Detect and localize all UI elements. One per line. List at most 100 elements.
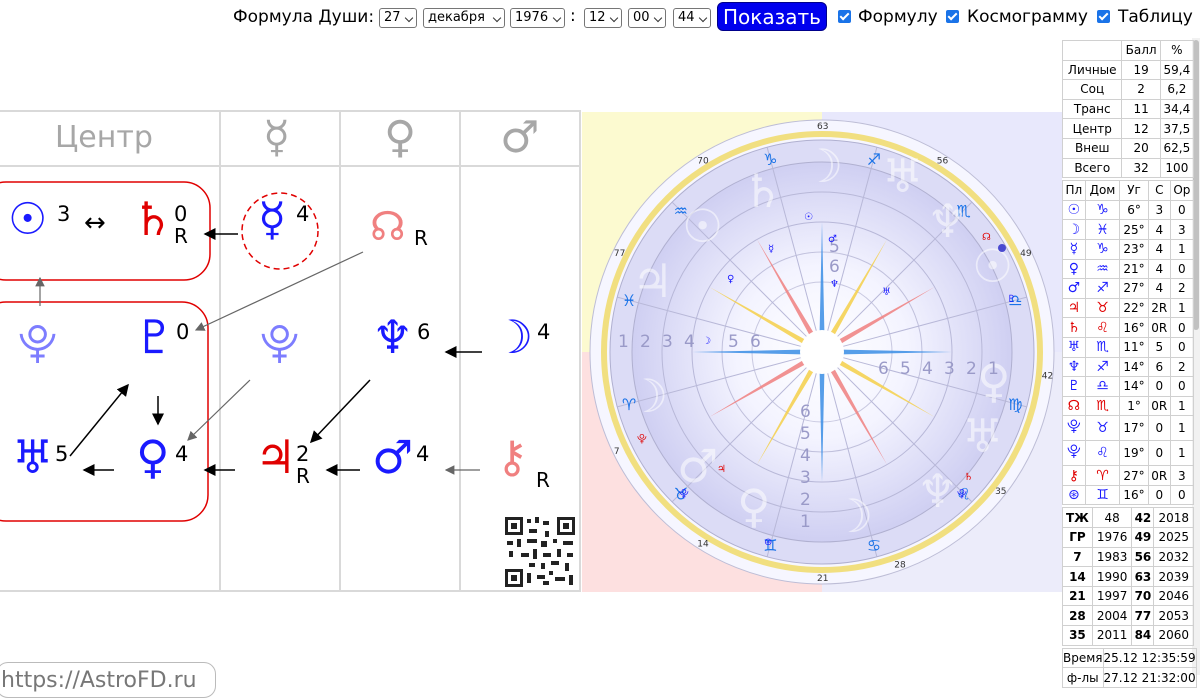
house-sign-icon: ♈ [1084, 465, 1121, 486]
degree-cell: 17° [1119, 415, 1149, 442]
header-venus-icon: ♀ [384, 112, 417, 163]
planet-icon: ⯓ [1062, 440, 1086, 467]
house-sign-icon: ♏ [1084, 395, 1121, 417]
summary-header: % [1159, 40, 1195, 61]
years-cell: 2004 [1091, 605, 1133, 627]
svg-text:6: 6 [800, 402, 811, 422]
years-cell: 2060 [1153, 625, 1194, 646]
planet-icon: ♃ [1062, 297, 1086, 319]
score-cell: 0 [1147, 415, 1171, 442]
table-row: ГР 1976 49 2025 [1062, 527, 1194, 548]
orbit-cell: 0 [1169, 317, 1195, 338]
svg-text:♃: ♃ [717, 464, 726, 475]
svg-text:☉: ☉ [804, 212, 813, 223]
svg-text:⯓: ⯓ [637, 434, 647, 445]
selena-icon: ⯓ [260, 321, 300, 367]
formula-checkbox[interactable] [838, 10, 851, 23]
month-select[interactable]: декабря [423, 8, 505, 28]
svg-text:1: 1 [988, 359, 999, 379]
pluto-score: 0 [176, 320, 190, 344]
score-cell: 0 [1147, 376, 1171, 397]
table-row: Соц 2 6,2 [1061, 79, 1195, 100]
table-row: ♃ ♉ 22° 2R 1 [1062, 297, 1195, 319]
orbit-cell: 1 [1169, 415, 1195, 442]
planet-header: Уг [1119, 180, 1149, 201]
summary-label: Соц [1061, 79, 1123, 100]
table-row: ♇ ♎ 14° 0 0 [1062, 376, 1195, 397]
orbit-cell: 2 [1169, 278, 1195, 299]
summary-score: 20 [1121, 137, 1161, 159]
hour-select[interactable]: 12 [584, 8, 622, 28]
house-sign-icon: ♊ [1084, 484, 1121, 506]
planet-icon: ☊ [1062, 395, 1086, 417]
formula-label: Формула Души: [233, 7, 375, 27]
planet-icon: ♇ [1062, 376, 1086, 397]
svg-text:3: 3 [662, 332, 673, 352]
years-cell: 2025 [1153, 527, 1194, 548]
formula-checkbox-label[interactable]: Формулу [858, 7, 938, 27]
svg-text:♆: ♆ [917, 464, 958, 518]
node-retro: R [414, 226, 428, 250]
years-cell: 14 [1062, 566, 1093, 587]
degree-label: 28 [894, 560, 906, 570]
score-cell: 0 [1147, 484, 1171, 506]
times-table: Время 25.12 12:35:59 ф-лы 27.12 21:32:00 [1062, 647, 1197, 688]
table-row: Транс 11 34,4 [1061, 98, 1195, 120]
house-sign-icon: ♎ [1084, 376, 1121, 397]
degree-label: 35 [995, 487, 1006, 497]
moon-score: 4 [537, 320, 551, 344]
degree-label: 70 [697, 156, 709, 166]
table-row: ♂ ♐ 27° 4 2 [1062, 278, 1195, 299]
table-checkbox[interactable] [1097, 10, 1110, 23]
years-cell: 70 [1131, 585, 1155, 607]
orbit-cell: 3 [1169, 219, 1195, 240]
years-cell: 2039 [1153, 566, 1194, 587]
years-cell: 2018 [1153, 507, 1194, 529]
house-sign-icon: ♏ [1084, 336, 1121, 358]
cosmogram-checkbox[interactable] [946, 10, 959, 23]
orbit-cell: 3 [1169, 465, 1195, 486]
degree-cell: 25° [1119, 219, 1149, 240]
summary-header [1061, 40, 1123, 61]
house-sign-icon: ♉ [1084, 297, 1121, 319]
summary-label: Внеш [1061, 137, 1123, 159]
planet-icon: ⯓ [1062, 415, 1086, 442]
degree-cell: 14° [1119, 376, 1149, 397]
jupiter-score: 2 [296, 442, 310, 466]
degree-label: 42 [1042, 372, 1053, 382]
svg-text:5: 5 [900, 359, 911, 379]
degree-cell: 21° [1119, 258, 1149, 280]
node-icon: ☊ [370, 204, 406, 250]
day-select[interactable]: 27 [379, 8, 417, 28]
svg-text:☽: ☽ [627, 369, 668, 423]
years-cell: ГР [1062, 527, 1093, 548]
years-cell: 2032 [1153, 546, 1194, 568]
year-select[interactable]: 1976 [510, 8, 565, 28]
summary-score: 32 [1121, 157, 1161, 179]
top-toolbar: Формула Души: 27 декабря 1976 : 12 00 44… [0, 0, 1200, 36]
saturn-score: 0 [174, 202, 188, 226]
table-checkbox-label[interactable]: Таблицу [1118, 7, 1193, 27]
header-mercury-icon: ☿ [263, 112, 291, 163]
svg-text:☉: ☉ [682, 199, 723, 253]
mars-score: 4 [416, 442, 430, 466]
score-cell: 4 [1147, 258, 1171, 280]
cosmogram-checkbox-label[interactable]: Космограмму [967, 7, 1088, 27]
mercury-score: 4 [296, 202, 310, 226]
summary-percent: 59,4 [1159, 59, 1195, 81]
svg-text:3: 3 [800, 468, 811, 488]
house-sign-icon: ♑ [1084, 199, 1121, 221]
second-select[interactable]: 44 [673, 8, 711, 28]
site-link[interactable]: https://AstroFD.ru [0, 662, 216, 698]
chiron-retro: R [536, 468, 550, 492]
table-row: ♀ ♒ 21° 4 0 [1062, 258, 1195, 280]
show-button[interactable]: Показать [717, 2, 827, 31]
time-value: 25.12 12:35:59 [1102, 647, 1197, 669]
degree-label: 21 [817, 574, 828, 584]
minute-select[interactable]: 00 [628, 8, 666, 28]
years-cell: 21 [1062, 585, 1093, 607]
house-sign-icon: ♒ [1084, 258, 1121, 280]
planet-icon: ☿ [1062, 238, 1086, 260]
table-row: ♅ ♏ 11° 5 0 [1062, 336, 1195, 358]
svg-text:♀: ♀ [727, 274, 734, 285]
